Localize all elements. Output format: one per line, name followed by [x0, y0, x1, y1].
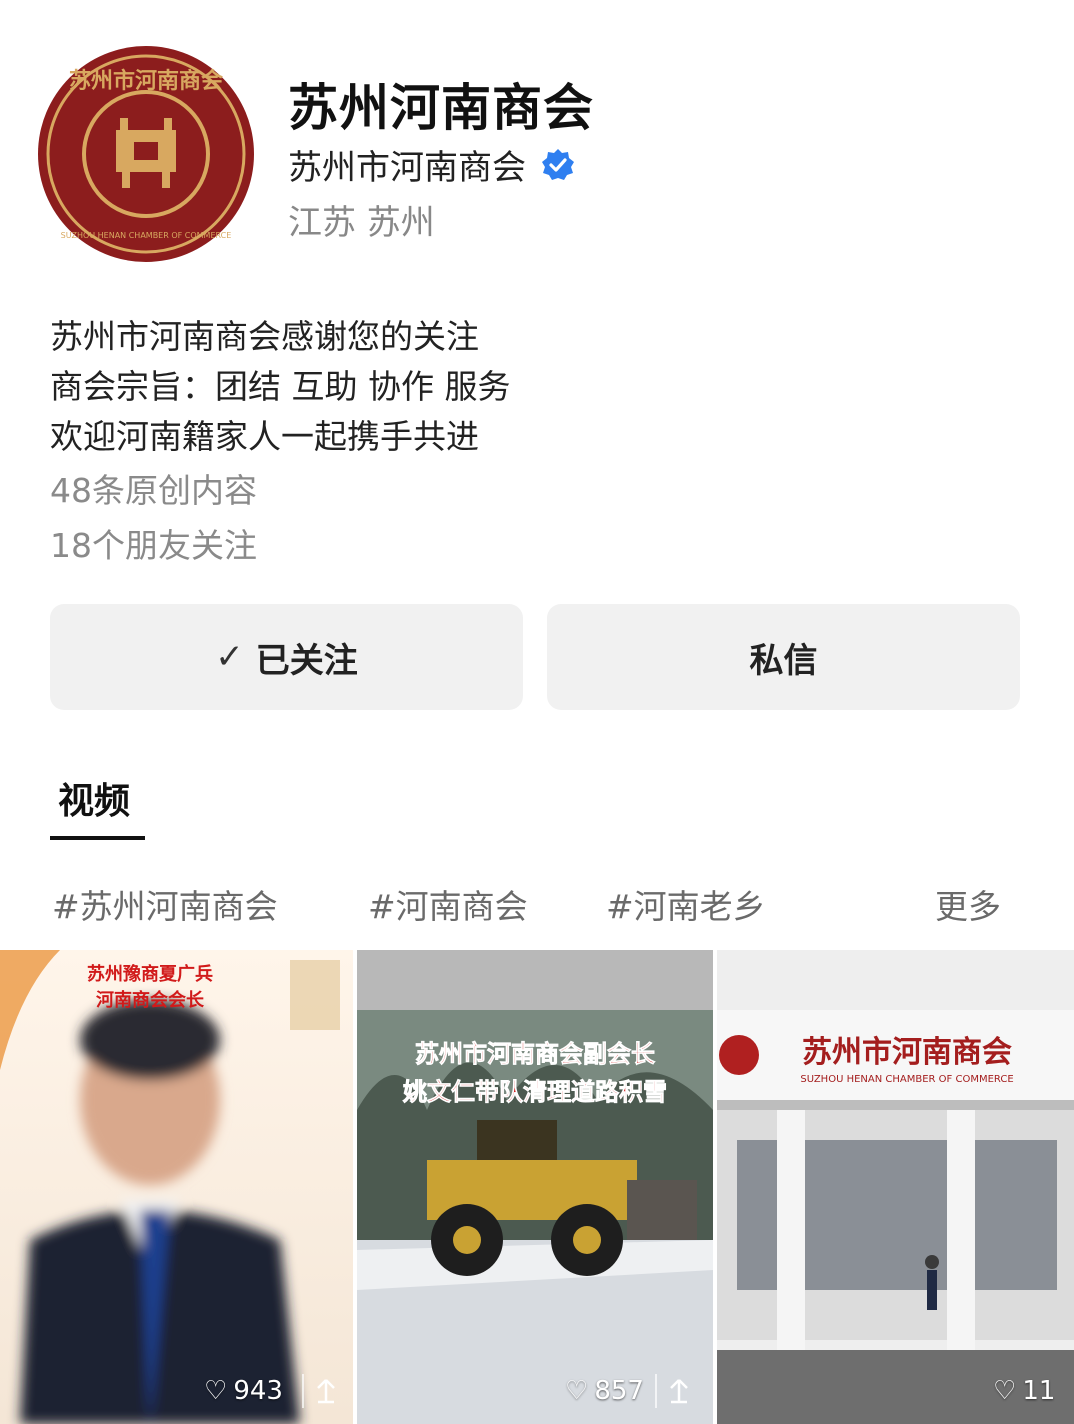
follow-label: 已关注 [255, 640, 358, 681]
more-hashtags-button[interactable]: 更多 [935, 880, 1001, 928]
video-2-likes: ♡ 857 [565, 1376, 644, 1406]
video-3-like-count: 11 [1022, 1376, 1056, 1406]
video-thumbnail-3[interactable]: 苏州市河南商会 SUZHOU HENAN CHAMBER OF COMMERCE… [717, 950, 1074, 1424]
video-3-sign-subtext: SUZHOU HENAN CHAMBER OF COMMERCE [800, 1074, 1013, 1085]
message-label: 私信 [749, 640, 818, 681]
share-icon[interactable] [302, 1374, 348, 1408]
heart-icon: ♡ [565, 1376, 589, 1406]
video-3-sign-text: 苏州市河南商会 [802, 1035, 1012, 1070]
friends-follow[interactable]: 18个朋友关注 [50, 519, 257, 567]
tab-videos[interactable]: 视频 [58, 772, 130, 824]
video-1-like-count: 943 [233, 1376, 283, 1406]
logo-subtext: SUZHOU HENAN CHAMBER OF COMMERCE [61, 231, 232, 240]
message-button[interactable]: 私信 [547, 604, 1020, 710]
video-thumbnail-2[interactable]: 苏州市河南商会副会长 姚文仁带队清理道路积雪 ♡ 857 [357, 950, 713, 1424]
follow-button[interactable]: ✓ 已关注 [50, 604, 523, 710]
video-1-likes: ♡ 943 [204, 1376, 283, 1406]
share-icon[interactable] [655, 1374, 701, 1408]
original-count[interactable]: 48条原创内容 [50, 464, 257, 512]
profile-avatar[interactable]: 苏州市河南商会 SUZHOU HENAN CHAMBER OF COMMERCE [38, 46, 254, 262]
heart-icon: ♡ [993, 1376, 1017, 1406]
heart-icon: ♡ [204, 1376, 228, 1406]
profile-name: 苏州河南商会 [288, 79, 594, 137]
video-2-like-count: 857 [594, 1376, 644, 1406]
verified-badge-icon [540, 147, 576, 183]
hashtag-1[interactable]: #苏州河南商会 [52, 880, 278, 928]
video-2-caption-line-2: 姚文仁带队清理道路积雪 [402, 1078, 667, 1106]
logo-text: 苏州市河南商会 [69, 68, 223, 94]
hashtag-2[interactable]: #河南商会 [368, 880, 528, 928]
hashtag-3[interactable]: #河南老乡 [606, 880, 766, 928]
bio-line-3: 欢迎河南籍家人一起携手共进 [50, 417, 479, 456]
video-3-likes: ♡ 11 [993, 1376, 1055, 1406]
account-name: 苏州市河南商会 [288, 148, 526, 188]
video-1-caption-line-1: 苏州豫商夏广兵 [87, 963, 213, 985]
location: 江苏 苏州 [288, 203, 435, 243]
checkmark-icon: ✓ [215, 637, 244, 677]
video-1-caption-line-2: 河南商会会长 [96, 989, 205, 1011]
video-2-caption-line-1: 苏州市河南商会副会长 [415, 1040, 656, 1068]
account-name-row: 苏州市河南商会 [288, 140, 576, 189]
bio-line-1: 苏州市河南商会感谢您的关注 [50, 317, 479, 356]
bio-line-2: 商会宗旨：团结 互助 协作 服务 [50, 367, 511, 406]
tab-active-indicator [50, 836, 145, 840]
video-thumbnail-1[interactable]: 苏州豫商夏广兵 河南商会会长 ♡ 943 [0, 950, 353, 1424]
